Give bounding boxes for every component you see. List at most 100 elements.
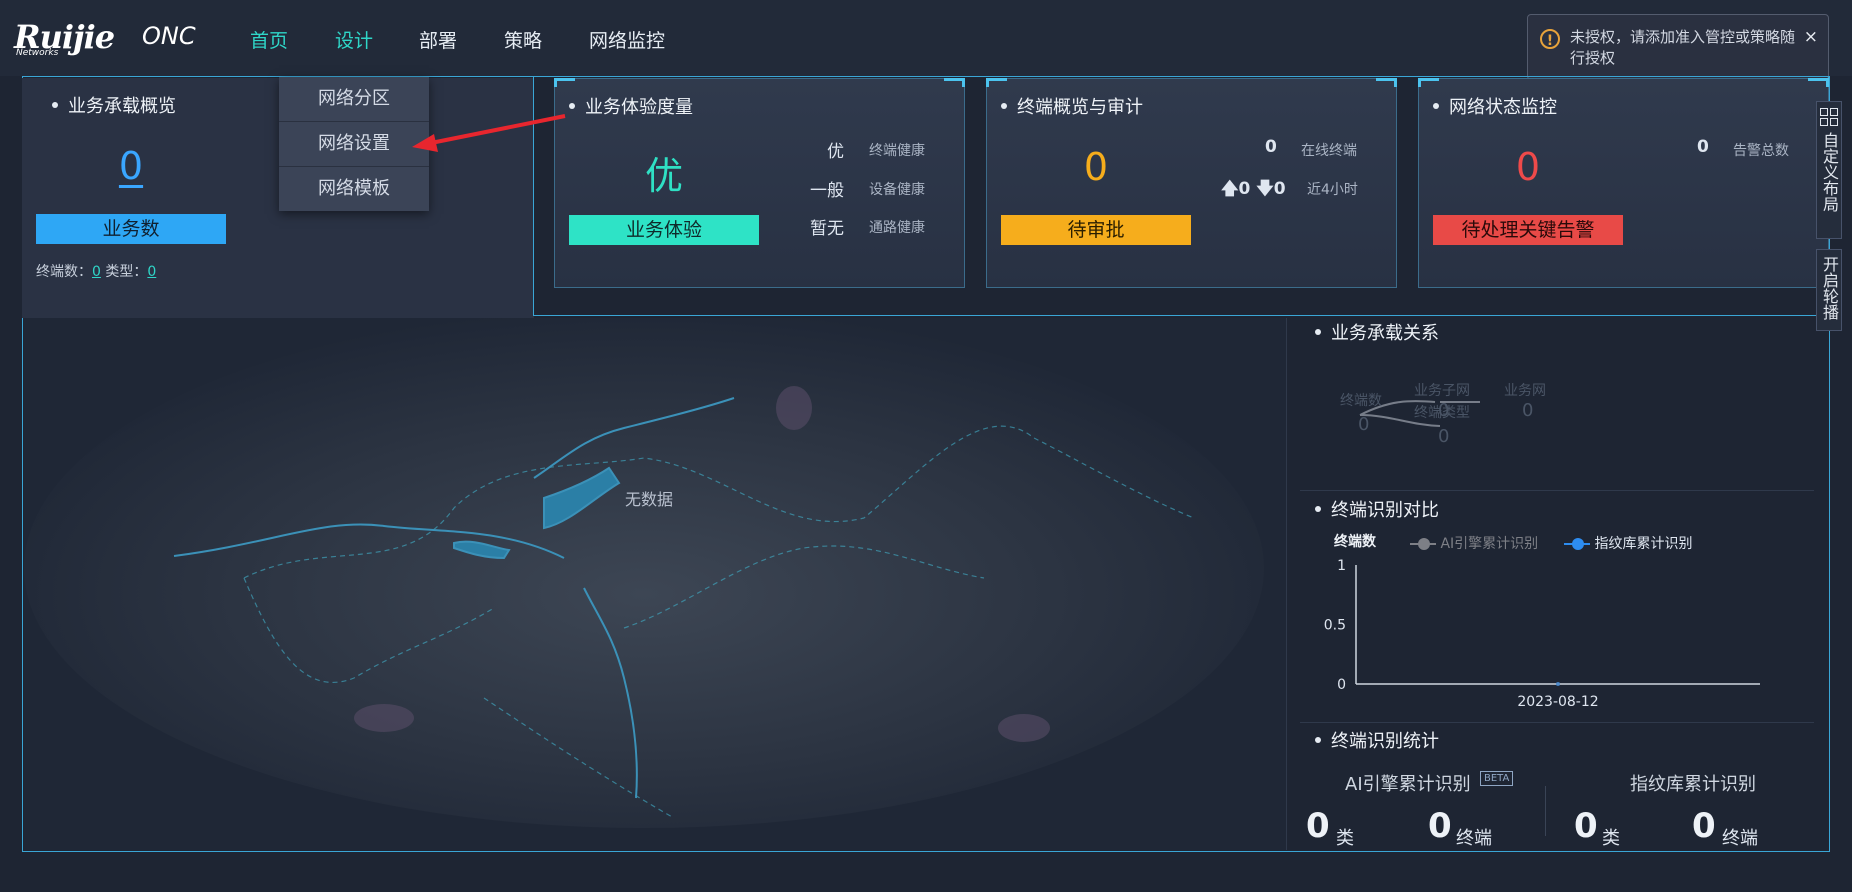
chart-ylabel: 终端数 — [1334, 534, 1376, 550]
relation-node-type-value: 0 — [1438, 426, 1450, 447]
unauthorized-toast: ! 未授权，请添加准入管控或策略随行授权 × — [1527, 14, 1829, 80]
experience-label: 业务体验 — [569, 215, 759, 245]
ruijie-logo[interactable]: Ruijie Networks ONC — [14, 18, 196, 58]
ai-class-unit: 类 — [1336, 828, 1354, 849]
path-health-label: 通路健康 — [869, 220, 925, 236]
type-count-label: 类型： — [105, 264, 148, 280]
card-corner — [554, 78, 575, 87]
experience-grade: 优 — [644, 154, 683, 198]
custom-layout-button[interactable]: 自定义布局 — [1816, 101, 1842, 239]
experience-title: 业务体验度量 — [569, 93, 693, 119]
map-area[interactable]: 无数据 — [24, 318, 1286, 850]
stats-divider — [1545, 786, 1546, 836]
card-corner — [1418, 78, 1439, 87]
fp-terminal-unit: 终端 — [1722, 828, 1758, 849]
fingerprint-stats-label: 指纹库累计识别 — [1630, 774, 1756, 795]
custom-layout-label: 自定义布局 — [1820, 132, 1839, 212]
section-divider — [1300, 722, 1814, 723]
map-no-data: 无数据 — [625, 490, 674, 509]
carousel-label: 开启轮播 — [1820, 256, 1839, 320]
type-count-value[interactable]: 0 — [147, 264, 156, 280]
terminal-health-label: 终端健康 — [869, 143, 925, 159]
arrow-down-icon: 🡇 — [1256, 179, 1274, 199]
nav-home[interactable]: 首页 — [250, 26, 288, 53]
card-corner — [1808, 78, 1829, 87]
y-tick-label: 0.5 — [1324, 618, 1346, 634]
relation-node-type-label: 终端类型 — [1414, 405, 1470, 421]
device-health-value: 一般 — [810, 181, 844, 201]
network-status-card: 网络状态监控 0 待处理关键告警 0 告警总数 — [1418, 78, 1829, 288]
device-health-label: 设备健康 — [869, 182, 925, 198]
map-graphic — [24, 318, 1264, 828]
path-health-value: 暂无 — [810, 219, 844, 239]
brand-subtitle: Networks — [16, 48, 59, 58]
map-terrain — [24, 318, 1264, 828]
product-name: ONC — [142, 22, 196, 50]
identify-compare-chart: 1 0.5 0 2023-08-12 — [1324, 558, 1760, 710]
identify-compare-title: 终端识别对比 — [1315, 496, 1439, 522]
fp-class-unit: 类 — [1602, 828, 1620, 849]
y-tick-label: 0 — [1337, 677, 1346, 693]
terminal-audit-card: 终端概览与审计 0 待审批 0 在线终端 🡅0 🡇0 近4小时 — [986, 78, 1397, 288]
menu-network-template[interactable]: 网络模板 — [279, 167, 429, 211]
online-terminal-label: 在线终端 — [1301, 143, 1357, 159]
carousel-button[interactable]: 开启轮播 — [1816, 249, 1842, 331]
nav-deploy[interactable]: 部署 — [419, 26, 457, 53]
ai-class-count: 0 — [1306, 806, 1330, 846]
relation-title: 业务承载关系 — [1315, 319, 1439, 345]
relation-node-terminal-value: 0 — [1358, 414, 1370, 435]
close-icon[interactable]: × — [1804, 27, 1818, 47]
terminal-type-summary: 终端数：0 类型：0 — [36, 261, 156, 281]
experience-card: 业务体验度量 优 业务体验 优 终端健康 一般 设备健康 暂无 通路健康 — [554, 78, 965, 288]
terminal-count-label: 终端数： — [36, 264, 92, 280]
pending-approval-label: 待审批 — [1001, 215, 1191, 245]
warning-icon: ! — [1540, 29, 1560, 49]
legend-fingerprint-marker — [1564, 538, 1590, 550]
terminal-audit-title: 终端概览与审计 — [1001, 93, 1143, 119]
relation-node-terminal-label: 终端数 — [1340, 393, 1382, 409]
x-tick-label: 2023-08-12 — [1517, 694, 1598, 710]
ai-terminal-count: 0 — [1428, 806, 1452, 846]
business-count-label: 业务数 — [36, 214, 226, 244]
series-point — [1556, 682, 1560, 686]
terminal-health-value: 优 — [827, 142, 844, 162]
business-overview-title: 业务承载概览 — [52, 92, 176, 118]
card-corner — [944, 78, 965, 87]
beta-badge: BETA — [1480, 771, 1514, 786]
down-count: 0 — [1273, 179, 1286, 199]
relation-node-network-value: 0 — [1522, 400, 1534, 421]
legend-ai-marker — [1410, 538, 1436, 550]
grid-icon — [1817, 108, 1841, 126]
business-count[interactable]: 0 — [36, 144, 226, 188]
legend-ai-label: AI引擎累计识别 — [1440, 536, 1539, 552]
terminal-count-value[interactable]: 0 — [92, 264, 101, 280]
nav-network-monitor[interactable]: 网络监控 — [589, 26, 665, 53]
change-4h: 🡅0 🡇0 — [1221, 176, 1286, 205]
legend-ai[interactable]: AI引擎累计识别 — [1410, 533, 1538, 553]
relation-diagram: 终端数 0 业务子网 0 终端类型 0 业务网 0 — [1320, 360, 1560, 450]
up-count: 0 — [1238, 179, 1251, 199]
ai-terminal-unit: 终端 — [1456, 828, 1492, 849]
fp-terminal-count: 0 — [1692, 806, 1716, 846]
fp-class-count: 0 — [1574, 806, 1598, 846]
nav-policy[interactable]: 策略 — [504, 26, 542, 53]
legend-fingerprint-label: 指纹库累计识别 — [1594, 536, 1693, 552]
y-tick-label: 1 — [1337, 558, 1346, 574]
relation-node-network-label: 业务网 — [1504, 383, 1546, 399]
network-status-title: 网络状态监控 — [1433, 93, 1557, 119]
arrow-up-icon: 🡅 — [1221, 179, 1239, 199]
critical-alarm-count: 0 — [1515, 145, 1541, 189]
toast-message: 未授权，请添加准入管控或策略随行授权 — [1570, 28, 1796, 67]
critical-alarm-label: 待处理关键告警 — [1433, 215, 1623, 245]
right-column-divider — [1286, 318, 1287, 850]
section-divider — [1300, 490, 1814, 491]
identify-stats-title: 终端识别统计 — [1315, 727, 1439, 753]
legend-fingerprint[interactable]: 指纹库累计识别 — [1564, 533, 1692, 553]
pending-approval-count: 0 — [1083, 145, 1109, 189]
annotation-arrow — [412, 114, 566, 152]
nav-design[interactable]: 设计 — [335, 26, 373, 53]
card-corner — [1376, 78, 1397, 87]
online-terminal-value: 0 — [1265, 137, 1277, 157]
total-alarm-label: 告警总数 — [1733, 143, 1789, 159]
ai-stats-label: AI引擎累计识别 — [1345, 774, 1471, 795]
